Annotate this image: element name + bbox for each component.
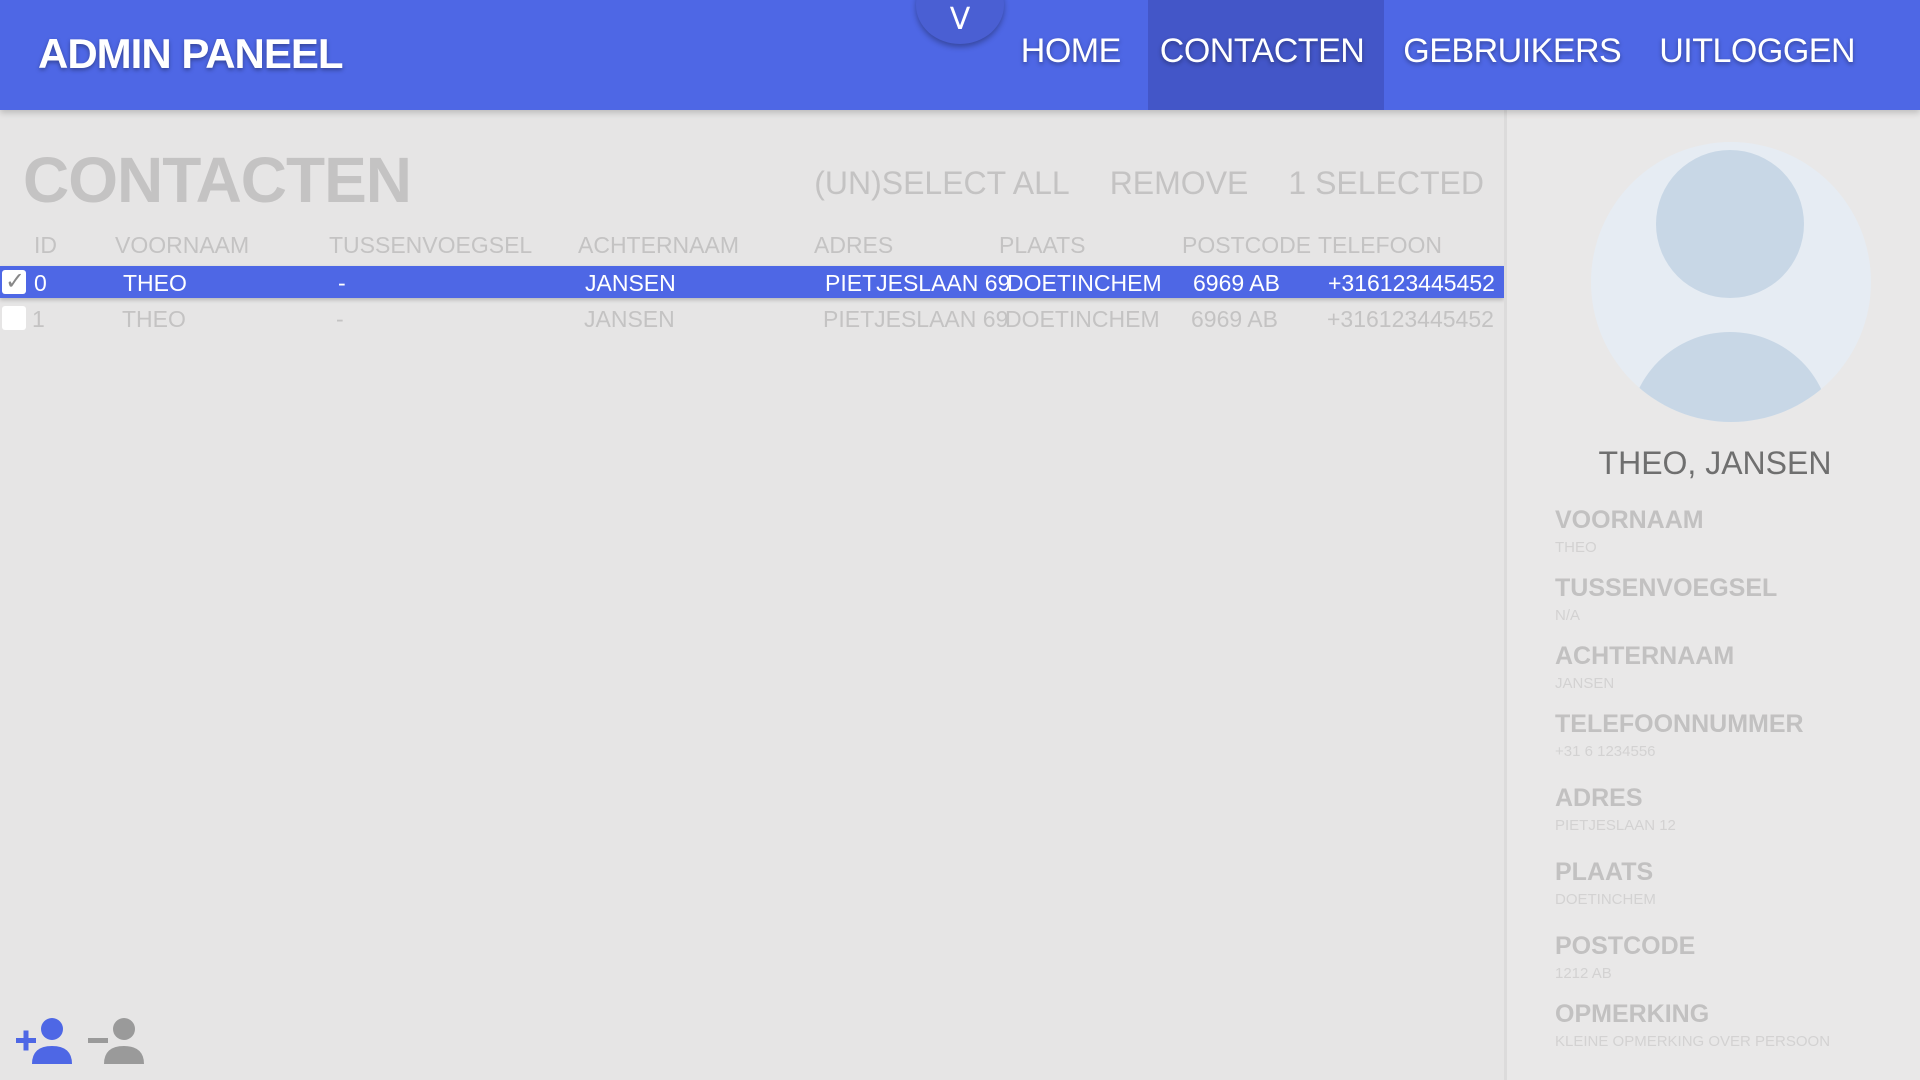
field-value: PIETJESLAAN 12	[1555, 817, 1676, 834]
field-value: +31 6 1234556	[1555, 743, 1656, 760]
contact-tools	[14, 1016, 148, 1068]
cell-voornaam: THEO	[123, 270, 187, 296]
field-value: N/A	[1555, 607, 1581, 624]
table-header: ID VOORNAAM TUSSENVOEGSEL ACHTERNAAM ADR…	[0, 228, 1504, 262]
cell-plaats: DOETINCHEM	[1005, 306, 1160, 332]
field-value: JANSEN	[1555, 675, 1615, 692]
cell-adres: PIETJESLAAN 69	[825, 270, 1011, 296]
cell-achternaam: JANSEN	[584, 306, 675, 332]
table-row[interactable]: 0 THEO - JANSEN PIETJESLAAN 69 DOETINCHE…	[0, 266, 1504, 298]
nav-contacten[interactable]: CONTACTEN	[1147, 0, 1385, 110]
detail-opmerking: OPMERKING KLEINE OPMERKING OVER PERSOON	[1555, 1000, 1830, 1050]
detail-adres: ADRES PIETJESLAAN 12	[1555, 784, 1676, 834]
avatar	[1591, 142, 1871, 422]
field-label: OPMERKING	[1555, 1000, 1710, 1028]
contacts-panel: CONTACTEN (UN)SELECT ALL REMOVE 1 SELECT…	[0, 110, 1504, 1080]
top-navbar: ADMIN PANEEL V HOME CONTACTEN GEBRUIKERS…	[0, 0, 1920, 110]
col-header-postcode[interactable]: POSTCODE	[1182, 232, 1311, 259]
row-checkbox[interactable]	[2, 267, 26, 295]
nav-home[interactable]: HOME	[1002, 0, 1140, 110]
col-header-telefoon[interactable]: TELEFOON	[1318, 232, 1442, 259]
detail-achternaam: ACHTERNAAM JANSEN	[1555, 642, 1734, 692]
field-label: TUSSENVOEGSEL	[1555, 574, 1778, 602]
table-row[interactable]: 1 THEO - JANSEN PIETJESLAAN 69 DOETINCHE…	[0, 302, 1504, 334]
col-header-id[interactable]: ID	[34, 232, 57, 259]
app-title: ADMIN PANEEL	[38, 30, 344, 77]
field-label: TELEFOONNUMMER	[1555, 710, 1804, 738]
page-title: CONTACTEN	[23, 144, 412, 216]
field-label: ADRES	[1555, 784, 1643, 812]
field-value: THEO	[1555, 539, 1597, 556]
cell-plaats: DOETINCHEM	[1007, 270, 1162, 296]
field-label: VOORNAAM	[1555, 506, 1704, 534]
field-label: POSTCODE	[1555, 932, 1696, 960]
cell-tussenvoegsel: -	[338, 270, 346, 296]
detail-telefoonnummer: TELEFOONNUMMER +31 6 1234556	[1555, 710, 1804, 760]
nav-uitloggen[interactable]: UITLOGGEN	[1640, 0, 1874, 110]
field-label: PLAATS	[1555, 858, 1654, 886]
cell-id: 1	[32, 306, 45, 332]
selected-count: 1 SELECTED	[1288, 165, 1484, 201]
cell-achternaam: JANSEN	[585, 270, 676, 296]
avatar-body	[1629, 332, 1831, 422]
collapse-toggle-button[interactable]: V	[916, 0, 1004, 44]
col-header-tussenvoegsel[interactable]: TUSSENVOEGSEL	[329, 232, 532, 259]
cell-postcode: 6969 AB	[1193, 270, 1280, 296]
contact-detail-panel: THEO, JANSEN VOORNAAM THEO TUSSENVOEGSEL…	[1504, 110, 1920, 1080]
contact-name: THEO, JANSEN	[1598, 445, 1832, 481]
detail-plaats: PLAATS DOETINCHEM	[1555, 858, 1656, 908]
table-actions: (UN)SELECT ALL REMOVE 1 SELECTED	[814, 165, 1484, 202]
field-value: 1212 AB	[1555, 965, 1612, 982]
nav-gebruikers[interactable]: GEBRUIKERS	[1384, 0, 1640, 110]
detail-voornaam: VOORNAAM THEO	[1555, 506, 1704, 556]
cell-telefoon: +316123445452	[1327, 306, 1494, 332]
avatar-head	[1656, 150, 1804, 298]
col-header-achternaam[interactable]: ACHTERNAAM	[578, 232, 739, 259]
cell-adres: PIETJESLAAN 69	[823, 306, 1009, 332]
col-header-adres[interactable]: ADRES	[814, 232, 893, 259]
field-value: DOETINCHEM	[1555, 891, 1656, 908]
detail-tussenvoegsel: TUSSENVOEGSEL N/A	[1555, 574, 1777, 624]
remove-person-icon[interactable]	[86, 1016, 148, 1068]
detail-postcode: POSTCODE 1212 AB	[1555, 932, 1695, 982]
col-header-voornaam[interactable]: VOORNAAM	[115, 232, 249, 259]
chevron-v-icon: V	[949, 2, 971, 37]
select-all-button[interactable]: (UN)SELECT ALL	[814, 165, 1070, 202]
remove-button[interactable]: REMOVE	[1110, 165, 1249, 202]
row-checkbox[interactable]	[2, 306, 26, 330]
main-nav: HOME CONTACTEN GEBRUIKERS UITLOGGEN	[1002, 0, 1920, 110]
cell-id: 0	[34, 270, 47, 296]
cell-telefoon: +316123445452	[1328, 270, 1495, 296]
field-value: KLEINE OPMERKING OVER PERSOON	[1555, 1033, 1831, 1050]
field-label: ACHTERNAAM	[1555, 642, 1735, 670]
cell-voornaam: THEO	[122, 306, 186, 332]
cell-postcode: 6969 AB	[1191, 306, 1278, 332]
col-header-plaats[interactable]: PLAATS	[999, 232, 1086, 259]
cell-tussenvoegsel: -	[336, 306, 344, 332]
add-person-icon[interactable]	[14, 1016, 76, 1068]
